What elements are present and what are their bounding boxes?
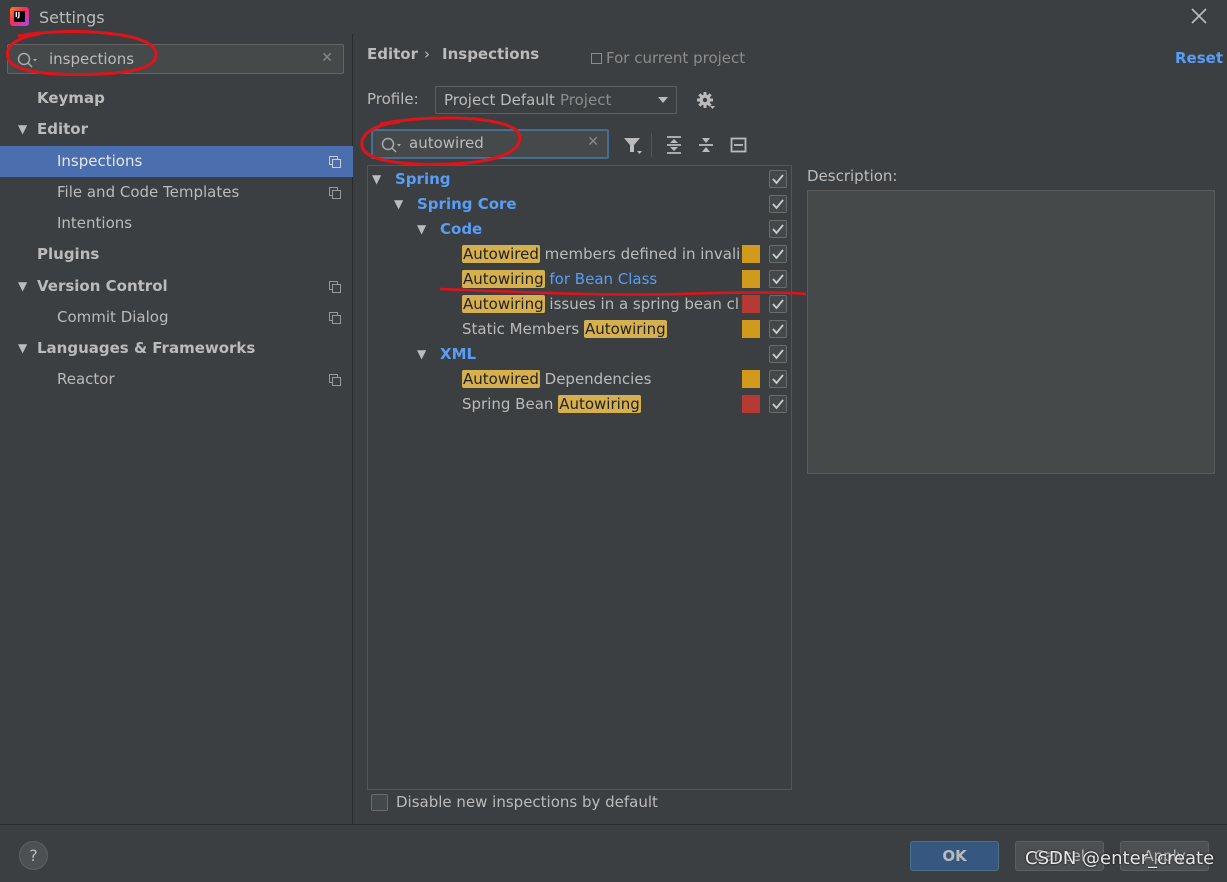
enable-checkbox[interactable] bbox=[769, 245, 787, 263]
inspection-filter-input[interactable]: autowired ✕ bbox=[371, 129, 609, 159]
collapse-all-icon[interactable] bbox=[695, 134, 717, 156]
search-value: inspections bbox=[49, 50, 135, 68]
expand-arrow-icon[interactable]: ▼ bbox=[18, 114, 27, 145]
expand-arrow-icon[interactable]: ▼ bbox=[18, 333, 27, 364]
tree-node-spring[interactable]: ▼ Spring bbox=[372, 167, 451, 192]
title-bar: IJ Settings bbox=[0, 0, 1227, 34]
chevron-down-icon bbox=[658, 97, 668, 103]
enable-checkbox[interactable] bbox=[769, 270, 787, 288]
sidebar-item-languages-frameworks[interactable]: ▼ Languages & Frameworks bbox=[0, 333, 353, 364]
settings-tree-panel: inspections ✕ Keymap ▼ Editor Inspection… bbox=[0, 34, 353, 824]
inspection-row[interactable]: Autowiring for Bean Class bbox=[462, 267, 657, 292]
inspection-row[interactable]: Autowiring issues in a spring bean clas bbox=[462, 292, 739, 317]
enable-checkbox[interactable] bbox=[769, 195, 787, 213]
ok-button[interactable]: OK bbox=[910, 841, 999, 871]
check-icon bbox=[772, 249, 784, 260]
project-scope-icon bbox=[329, 156, 341, 168]
check-icon bbox=[772, 349, 784, 360]
check-icon bbox=[772, 299, 784, 310]
sidebar-item-commit-dialog[interactable]: Commit Dialog bbox=[0, 302, 353, 333]
gear-icon[interactable] bbox=[696, 91, 716, 111]
reset-link[interactable]: Reset bbox=[1175, 49, 1223, 67]
sidebar-item-inspections[interactable]: Inspections bbox=[0, 146, 353, 177]
reset-to-default-icon[interactable] bbox=[728, 134, 750, 156]
project-scope-icon bbox=[591, 53, 602, 64]
inspection-row[interactable]: Spring Bean Autowiring bbox=[462, 392, 641, 417]
disable-new-inspections-checkbox[interactable] bbox=[371, 794, 388, 811]
sidebar-item-file-and-code-templates[interactable]: File and Code Templates bbox=[0, 177, 353, 208]
project-scope-icon bbox=[329, 281, 341, 293]
enable-checkbox[interactable] bbox=[769, 345, 787, 363]
profile-scope: Project bbox=[560, 91, 612, 109]
watermark: CSDN @enter_create bbox=[1025, 848, 1215, 869]
severity-warning-icon bbox=[742, 320, 760, 338]
inspection-row[interactable]: Autowired Dependencies bbox=[462, 367, 651, 392]
clear-search-icon[interactable]: ✕ bbox=[321, 50, 333, 66]
check-icon bbox=[772, 224, 784, 235]
sidebar-item-keymap[interactable]: Keymap bbox=[0, 83, 353, 114]
check-icon bbox=[772, 174, 784, 185]
severity-warning-icon bbox=[742, 270, 760, 288]
description-pane bbox=[807, 190, 1215, 474]
project-scope-icon bbox=[329, 374, 341, 386]
filter-value: autowired bbox=[409, 134, 484, 152]
disable-new-inspections-label[interactable]: Disable new inspections by default bbox=[396, 793, 658, 811]
enable-checkbox[interactable] bbox=[769, 370, 787, 388]
breadcrumb-inspections: Inspections bbox=[442, 45, 540, 63]
sidebar-item-editor[interactable]: ▼ Editor bbox=[0, 114, 353, 145]
tree-node-code[interactable]: ▼ Code bbox=[417, 217, 482, 242]
inspection-row[interactable]: Autowired members defined in invalid bbox=[462, 242, 739, 267]
sidebar-item-reactor[interactable]: Reactor bbox=[0, 364, 353, 395]
check-icon bbox=[772, 274, 784, 285]
expand-arrow-icon[interactable]: ▼ bbox=[417, 342, 426, 367]
enable-checkbox[interactable] bbox=[769, 220, 787, 238]
sidebar-item-version-control[interactable]: ▼ Version Control bbox=[0, 271, 353, 302]
inspection-row[interactable]: Static Members Autowiring bbox=[462, 317, 667, 342]
enable-checkbox[interactable] bbox=[769, 395, 787, 413]
tree-node-spring-core[interactable]: ▼ Spring Core bbox=[394, 192, 517, 217]
check-icon bbox=[772, 199, 784, 210]
enable-checkbox[interactable] bbox=[769, 295, 787, 313]
search-icon bbox=[17, 52, 37, 68]
severity-warning-icon bbox=[742, 245, 760, 263]
breadcrumb-editor[interactable]: Editor bbox=[367, 45, 418, 63]
enable-checkbox[interactable] bbox=[769, 170, 787, 188]
severity-error-icon bbox=[742, 395, 760, 413]
settings-search-input[interactable]: inspections ✕ bbox=[7, 44, 344, 74]
profile-label: Profile: bbox=[367, 90, 419, 108]
expand-arrow-icon[interactable]: ▼ bbox=[417, 217, 426, 242]
check-icon bbox=[772, 324, 784, 335]
scope-note: For current project bbox=[591, 49, 745, 67]
sidebar-item-intentions[interactable]: Intentions bbox=[0, 208, 353, 239]
intellij-logo-icon: IJ bbox=[10, 7, 29, 26]
sidebar-item-plugins[interactable]: Plugins bbox=[0, 239, 353, 270]
filter-icon[interactable] bbox=[622, 134, 644, 156]
enable-checkbox[interactable] bbox=[769, 320, 787, 338]
tree-node-xml[interactable]: ▼ XML bbox=[417, 342, 476, 367]
expand-arrow-icon[interactable]: ▼ bbox=[18, 271, 27, 302]
severity-error-icon bbox=[742, 295, 760, 313]
severity-warning-icon bbox=[742, 370, 760, 388]
check-icon bbox=[772, 374, 784, 385]
profile-value: Project Default bbox=[444, 91, 555, 109]
help-button[interactable]: ? bbox=[19, 841, 48, 870]
project-scope-icon bbox=[329, 312, 341, 324]
profile-dropdown[interactable]: Project Default Project bbox=[435, 86, 677, 114]
close-icon[interactable] bbox=[1187, 4, 1211, 28]
breadcrumb-separator: › bbox=[424, 45, 430, 63]
toolbar-separator bbox=[651, 133, 652, 157]
expand-arrow-icon[interactable]: ▼ bbox=[394, 192, 403, 217]
expand-arrow-icon[interactable]: ▼ bbox=[372, 167, 381, 192]
search-icon bbox=[381, 137, 401, 153]
window-title: Settings bbox=[39, 8, 105, 27]
clear-filter-icon[interactable]: ✕ bbox=[587, 134, 599, 150]
project-scope-icon bbox=[329, 187, 341, 199]
expand-all-icon[interactable] bbox=[663, 134, 685, 156]
check-icon bbox=[772, 399, 784, 410]
description-label: Description: bbox=[807, 167, 898, 185]
